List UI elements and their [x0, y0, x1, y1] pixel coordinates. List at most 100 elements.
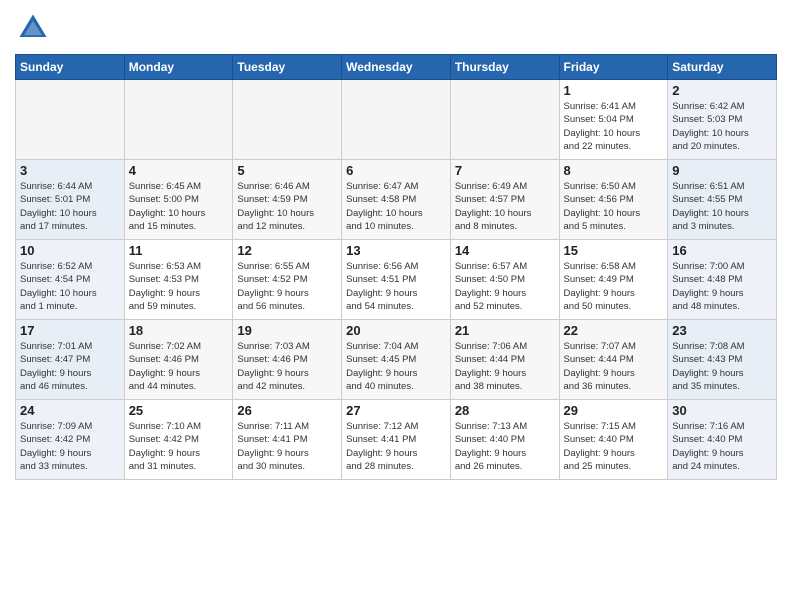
col-header-thursday: Thursday	[450, 55, 559, 80]
day-number: 17	[20, 323, 120, 338]
calendar-cell: 9Sunrise: 6:51 AM Sunset: 4:55 PM Daylig…	[668, 160, 777, 240]
calendar-cell: 20 Sunrise: 7:04 AM Sunset: 4:45 PM Dayli…	[342, 320, 451, 400]
day-number: 18	[129, 323, 229, 338]
day-number: 14	[455, 243, 555, 258]
day-number: 5	[237, 163, 337, 178]
day-info: Sunrise: 7:04 AM Sunset: 4:45 PM Dayligh…	[346, 340, 446, 393]
day-info: Sunrise: 6:57 AM Sunset: 4:50 PM Dayligh…	[455, 260, 555, 313]
day-info: Sunrise: 7:00 AM Sunset: 4:48 PM Dayligh…	[672, 260, 772, 313]
calendar-cell: 6 Sunrise: 6:47 AM Sunset: 4:58 PM Daylig…	[342, 160, 451, 240]
calendar-cell: 5 Sunrise: 6:46 AM Sunset: 4:59 PM Daylig…	[233, 160, 342, 240]
day-info: Sunrise: 7:07 AM Sunset: 4:44 PM Dayligh…	[564, 340, 664, 393]
day-info: Sunrise: 6:52 AM Sunset: 4:54 PM Dayligh…	[20, 260, 120, 313]
col-header-friday: Friday	[559, 55, 668, 80]
day-number: 12	[237, 243, 337, 258]
day-info: Sunrise: 7:01 AM Sunset: 4:47 PM Dayligh…	[20, 340, 120, 393]
day-number: 3	[20, 163, 120, 178]
day-number: 19	[237, 323, 337, 338]
day-info: Sunrise: 6:42 AM Sunset: 5:03 PM Dayligh…	[672, 100, 772, 153]
day-number: 4	[129, 163, 229, 178]
week-row-2: 3 Sunrise: 6:44 AM Sunset: 5:01 PM Daylig…	[16, 160, 777, 240]
calendar-cell: 12 Sunrise: 6:55 AM Sunset: 4:52 PM Dayli…	[233, 240, 342, 320]
day-info: Sunrise: 6:45 AM Sunset: 5:00 PM Dayligh…	[129, 180, 229, 233]
day-info: Sunrise: 6:53 AM Sunset: 4:53 PM Dayligh…	[129, 260, 229, 313]
day-number: 27	[346, 403, 446, 418]
calendar-cell	[16, 80, 125, 160]
calendar-cell: 24Sunrise: 7:09 AM Sunset: 4:42 PM Dayli…	[16, 400, 125, 480]
day-info: Sunrise: 6:56 AM Sunset: 4:51 PM Dayligh…	[346, 260, 446, 313]
day-info: Sunrise: 6:41 AM Sunset: 5:04 PM Dayligh…	[564, 100, 664, 153]
day-number: 6	[346, 163, 446, 178]
day-info: Sunrise: 7:08 AM Sunset: 4:43 PM Dayligh…	[672, 340, 772, 393]
calendar-cell: 23 Sunrise: 7:08 AM Sunset: 4:43 PM Dayli…	[668, 320, 777, 400]
day-info: Sunrise: 7:02 AM Sunset: 4:46 PM Dayligh…	[129, 340, 229, 393]
day-number: 23	[672, 323, 772, 338]
day-info: Sunrise: 6:58 AM Sunset: 4:49 PM Dayligh…	[564, 260, 664, 313]
col-header-saturday: Saturday	[668, 55, 777, 80]
day-info: Sunrise: 7:13 AM Sunset: 4:40 PM Dayligh…	[455, 420, 555, 473]
calendar-cell: 8 Sunrise: 6:50 AM Sunset: 4:56 PM Daylig…	[559, 160, 668, 240]
day-info: Sunrise: 7:11 AM Sunset: 4:41 PM Dayligh…	[237, 420, 337, 473]
day-number: 30	[672, 403, 772, 418]
day-number: 13	[346, 243, 446, 258]
calendar-cell: 3 Sunrise: 6:44 AM Sunset: 5:01 PM Daylig…	[16, 160, 125, 240]
col-header-wednesday: Wednesday	[342, 55, 451, 80]
calendar-table: SundayMondayTuesdayWednesdayThursdayFrid…	[15, 54, 777, 480]
calendar-cell: 29 Sunrise: 7:15 AM Sunset: 4:40 PM Dayli…	[559, 400, 668, 480]
day-number: 29	[564, 403, 664, 418]
day-number: 26	[237, 403, 337, 418]
calendar-cell: 1Sunrise: 6:41 AM Sunset: 5:04 PM Daylig…	[559, 80, 668, 160]
day-info: Sunrise: 7:06 AM Sunset: 4:44 PM Dayligh…	[455, 340, 555, 393]
day-info: Sunrise: 6:46 AM Sunset: 4:59 PM Dayligh…	[237, 180, 337, 233]
calendar-cell: 7Sunrise: 6:49 AM Sunset: 4:57 PM Daylig…	[450, 160, 559, 240]
week-row-3: 10 Sunrise: 6:52 AM Sunset: 4:54 PM Dayli…	[16, 240, 777, 320]
calendar-cell	[233, 80, 342, 160]
day-number: 21	[455, 323, 555, 338]
calendar-cell: 19Sunrise: 7:03 AM Sunset: 4:46 PM Dayli…	[233, 320, 342, 400]
calendar-cell: 13 Sunrise: 6:56 AM Sunset: 4:51 PM Dayli…	[342, 240, 451, 320]
day-info: Sunrise: 6:55 AM Sunset: 4:52 PM Dayligh…	[237, 260, 337, 313]
day-info: Sunrise: 6:44 AM Sunset: 5:01 PM Dayligh…	[20, 180, 120, 233]
day-info: Sunrise: 7:10 AM Sunset: 4:42 PM Dayligh…	[129, 420, 229, 473]
day-number: 11	[129, 243, 229, 258]
day-number: 10	[20, 243, 120, 258]
week-row-1: 1Sunrise: 6:41 AM Sunset: 5:04 PM Daylig…	[16, 80, 777, 160]
logo-icon	[15, 10, 51, 46]
header	[15, 10, 777, 46]
day-number: 7	[455, 163, 555, 178]
calendar-cell: 21 Sunrise: 7:06 AM Sunset: 4:44 PM Dayli…	[450, 320, 559, 400]
day-info: Sunrise: 7:15 AM Sunset: 4:40 PM Dayligh…	[564, 420, 664, 473]
day-number: 20	[346, 323, 446, 338]
day-number: 22	[564, 323, 664, 338]
day-info: Sunrise: 7:16 AM Sunset: 4:40 PM Dayligh…	[672, 420, 772, 473]
calendar-cell: 2 Sunrise: 6:42 AM Sunset: 5:03 PM Daylig…	[668, 80, 777, 160]
calendar-cell	[342, 80, 451, 160]
calendar-cell: 26 Sunrise: 7:11 AM Sunset: 4:41 PM Dayli…	[233, 400, 342, 480]
day-number: 8	[564, 163, 664, 178]
calendar-cell: 25 Sunrise: 7:10 AM Sunset: 4:42 PM Dayli…	[124, 400, 233, 480]
week-row-4: 17 Sunrise: 7:01 AM Sunset: 4:47 PM Dayli…	[16, 320, 777, 400]
calendar-cell: 28 Sunrise: 7:13 AM Sunset: 4:40 PM Dayli…	[450, 400, 559, 480]
week-row-5: 24Sunrise: 7:09 AM Sunset: 4:42 PM Dayli…	[16, 400, 777, 480]
calendar-cell: 14 Sunrise: 6:57 AM Sunset: 4:50 PM Dayli…	[450, 240, 559, 320]
calendar-cell: 30 Sunrise: 7:16 AM Sunset: 4:40 PM Dayli…	[668, 400, 777, 480]
day-info: Sunrise: 6:47 AM Sunset: 4:58 PM Dayligh…	[346, 180, 446, 233]
day-number: 28	[455, 403, 555, 418]
calendar-cell	[450, 80, 559, 160]
col-header-sunday: Sunday	[16, 55, 125, 80]
calendar-cell: 11 Sunrise: 6:53 AM Sunset: 4:53 PM Dayli…	[124, 240, 233, 320]
day-number: 25	[129, 403, 229, 418]
logo	[15, 10, 55, 46]
day-number: 2	[672, 83, 772, 98]
day-number: 24	[20, 403, 120, 418]
day-info: Sunrise: 6:51 AM Sunset: 4:55 PM Dayligh…	[672, 180, 772, 233]
calendar-cell	[124, 80, 233, 160]
calendar-cell: 10 Sunrise: 6:52 AM Sunset: 4:54 PM Dayli…	[16, 240, 125, 320]
calendar-page: SundayMondayTuesdayWednesdayThursdayFrid…	[0, 0, 792, 495]
day-info: Sunrise: 6:50 AM Sunset: 4:56 PM Dayligh…	[564, 180, 664, 233]
calendar-cell: 15 Sunrise: 6:58 AM Sunset: 4:49 PM Dayli…	[559, 240, 668, 320]
day-number: 15	[564, 243, 664, 258]
header-row: SundayMondayTuesdayWednesdayThursdayFrid…	[16, 55, 777, 80]
col-header-monday: Monday	[124, 55, 233, 80]
day-number: 16	[672, 243, 772, 258]
